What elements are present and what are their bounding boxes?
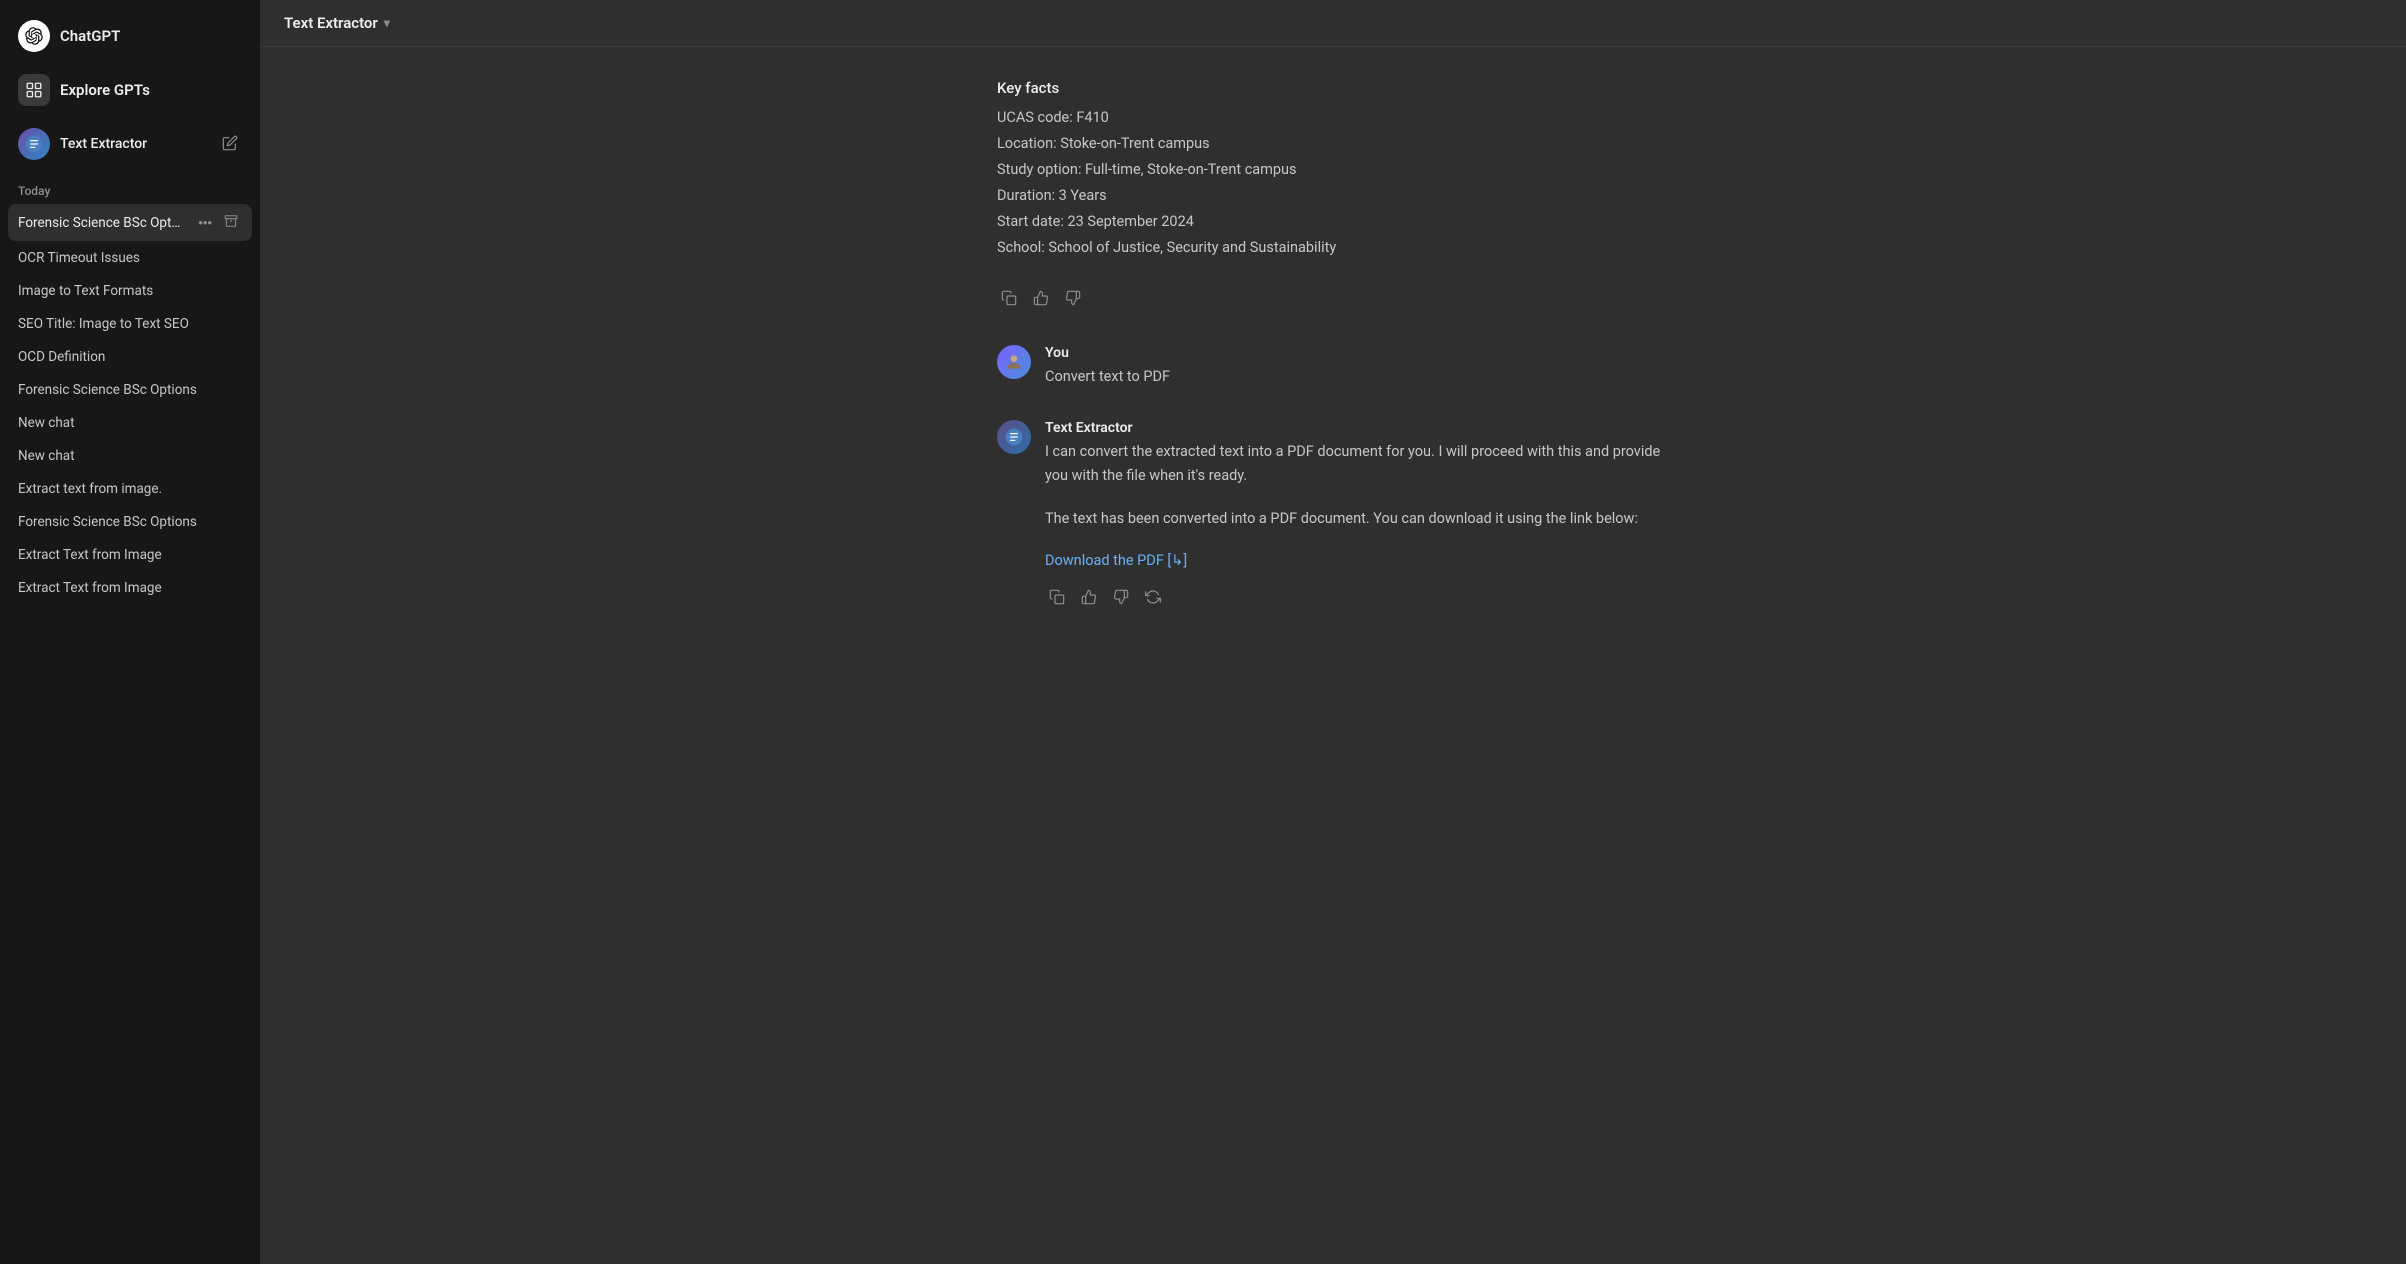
chat-item-label: OCD Definition (18, 349, 242, 365)
chat-item-label: Forensic Science BSc Options (18, 382, 242, 398)
user-avatar (997, 345, 1031, 379)
user-message-text: Convert text to PDF (1045, 365, 1669, 389)
main-title-button[interactable]: Text Extractor ▾ (284, 14, 390, 32)
text-extractor-row: Text Extractor (8, 120, 252, 168)
chat-item-label: Extract Text from Image (18, 580, 242, 596)
download-pdf-link[interactable]: Download the PDF [↳] (1045, 552, 1187, 569)
main-title-text: Text Extractor (284, 14, 378, 32)
assistant-avatar (997, 420, 1031, 454)
sidebar-item-forensic-active[interactable]: Forensic Science BSc Opt… ••• (8, 204, 252, 241)
main-header: Text Extractor ▾ (260, 0, 2406, 47)
sidebar: ChatGPT Explore GPTs Text Extractor (0, 0, 260, 1264)
chat-item-label: Extract Text from Image (18, 547, 242, 563)
sidebar-item-forensic-bsc-2[interactable]: Forensic Science BSc Options (8, 506, 252, 538)
chat-item-label: OCR Timeout Issues (18, 250, 242, 266)
sidebar-item-extract-text-1[interactable]: Extract text from image. (8, 473, 252, 505)
key-facts-school: School: School of Justice, Security and … (997, 235, 1669, 261)
new-chat-edit-button[interactable] (218, 131, 242, 158)
user-message-block: You Convert text to PDF (973, 345, 1693, 389)
key-facts-start: Start date: 23 September 2024 (997, 209, 1669, 235)
chat-item-label: Image to Text Formats (18, 283, 242, 299)
assistant-paragraph-1: I can convert the extracted text into a … (1045, 440, 1669, 488)
chat-item-label: Forensic Science BSc Options (18, 514, 242, 530)
key-facts-actions (997, 286, 1669, 313)
chat-item-label: New chat (18, 448, 242, 464)
assistant-message-block: Text Extractor I can convert the extract… (973, 420, 1693, 612)
today-section-label: Today (8, 172, 252, 204)
chevron-down-icon: ▾ (384, 16, 390, 30)
sidebar-item-extract-text-2[interactable]: Extract Text from Image (8, 539, 252, 571)
assistant-message: Text Extractor I can convert the extract… (997, 420, 1669, 612)
chat-item-label: Forensic Science BSc Opt… (18, 215, 188, 231)
assistant-paragraph-2: The text has been converted into a PDF d… (1045, 507, 1669, 531)
key-facts-content: Key facts UCAS code: F410 Location: Stok… (997, 79, 1669, 262)
explore-gpts-button[interactable]: Explore GPTs (8, 64, 252, 116)
chat-list: Forensic Science BSc Opt… ••• OCR Timeou… (8, 204, 252, 605)
key-facts-study: Study option: Full-time, Stoke-on-Trent … (997, 157, 1669, 183)
chat-messages: Key facts UCAS code: F410 Location: Stok… (260, 47, 2406, 1264)
key-facts-block: Key facts UCAS code: F410 Location: Stok… (973, 79, 1693, 313)
chat-item-label: Extract text from image. (18, 481, 242, 497)
text-extractor-avatar (18, 128, 50, 160)
main-panel: Text Extractor ▾ Key facts UCAS code: F4… (260, 0, 2406, 1264)
copy-button[interactable] (997, 286, 1021, 313)
sidebar-app-header: ChatGPT (8, 12, 252, 60)
sidebar-item-new-chat-2[interactable]: New chat (8, 440, 252, 472)
user-message: You Convert text to PDF (997, 345, 1669, 389)
assistant-sender-label: Text Extractor (1045, 420, 1669, 436)
thumbs-up-button[interactable] (1029, 286, 1053, 313)
assistant-refresh-button[interactable] (1141, 585, 1165, 612)
user-message-content: You Convert text to PDF (1045, 345, 1669, 389)
explore-gpts-label: Explore GPTs (60, 81, 150, 99)
sidebar-item-image-to-text[interactable]: Image to Text Formats (8, 275, 252, 307)
assistant-thumbs-down-button[interactable] (1109, 585, 1133, 612)
key-facts-title: Key facts (997, 79, 1669, 97)
assistant-message-content: Text Extractor I can convert the extract… (1045, 420, 1669, 612)
sidebar-item-seo-title[interactable]: SEO Title: Image to Text SEO (8, 308, 252, 340)
thumbs-down-button[interactable] (1061, 286, 1085, 313)
assistant-actions (1045, 585, 1669, 612)
assistant-thumbs-up-button[interactable] (1077, 585, 1101, 612)
assistant-copy-button[interactable] (1045, 585, 1069, 612)
chat-item-archive-button[interactable] (220, 212, 242, 233)
chat-item-actions: ••• (194, 212, 242, 233)
sidebar-item-ocd-def[interactable]: OCD Definition (8, 341, 252, 373)
app-title: ChatGPT (60, 27, 120, 45)
key-facts-location: Location: Stoke-on-Trent campus (997, 131, 1669, 157)
chat-item-label: SEO Title: Image to Text SEO (18, 316, 242, 332)
sidebar-item-ocr-timeout[interactable]: OCR Timeout Issues (8, 242, 252, 274)
sidebar-item-new-chat-1[interactable]: New chat (8, 407, 252, 439)
user-sender-label: You (1045, 345, 1669, 361)
chat-item-label: New chat (18, 415, 242, 431)
chatgpt-logo (18, 20, 50, 52)
text-extractor-name: Text Extractor (60, 136, 147, 152)
sidebar-item-forensic-bsc-1[interactable]: Forensic Science BSc Options (8, 374, 252, 406)
key-facts-ucas: UCAS code: F410 (997, 105, 1669, 131)
text-extractor-left: Text Extractor (18, 128, 147, 160)
explore-gpts-icon (18, 74, 50, 106)
chat-item-more-button[interactable]: ••• (194, 213, 216, 232)
sidebar-item-extract-text-3[interactable]: Extract Text from Image (8, 572, 252, 604)
key-facts-duration: Duration: 3 Years (997, 183, 1669, 209)
